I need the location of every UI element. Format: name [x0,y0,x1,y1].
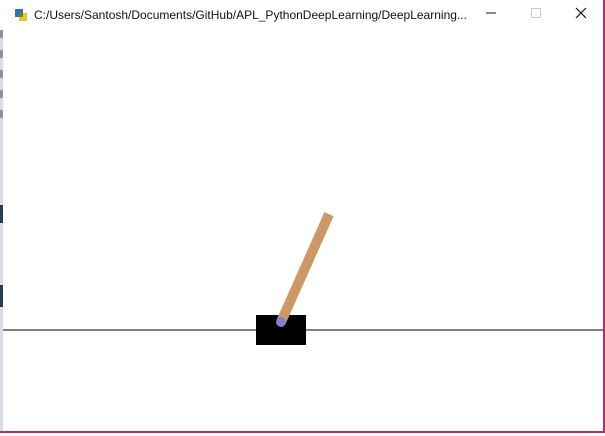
render-canvas [3,30,603,431]
maximize-button[interactable] [513,0,559,30]
python-icon [13,7,29,23]
minimize-icon [485,6,497,24]
cartpole-scene [3,212,603,345]
axle [276,317,286,327]
close-button[interactable] [558,0,604,30]
close-icon [575,6,587,24]
app-window: C:/Users/Santosh/Documents/GitHub/APL_Py… [0,0,605,433]
minimize-button[interactable] [468,0,514,30]
window-title: C:/Users/Santosh/Documents/GitHub/APL_Py… [34,8,466,22]
maximize-icon [530,6,542,24]
title-bar[interactable]: C:/Users/Santosh/Documents/GitHub/APL_Py… [0,0,603,30]
pole [276,212,334,325]
